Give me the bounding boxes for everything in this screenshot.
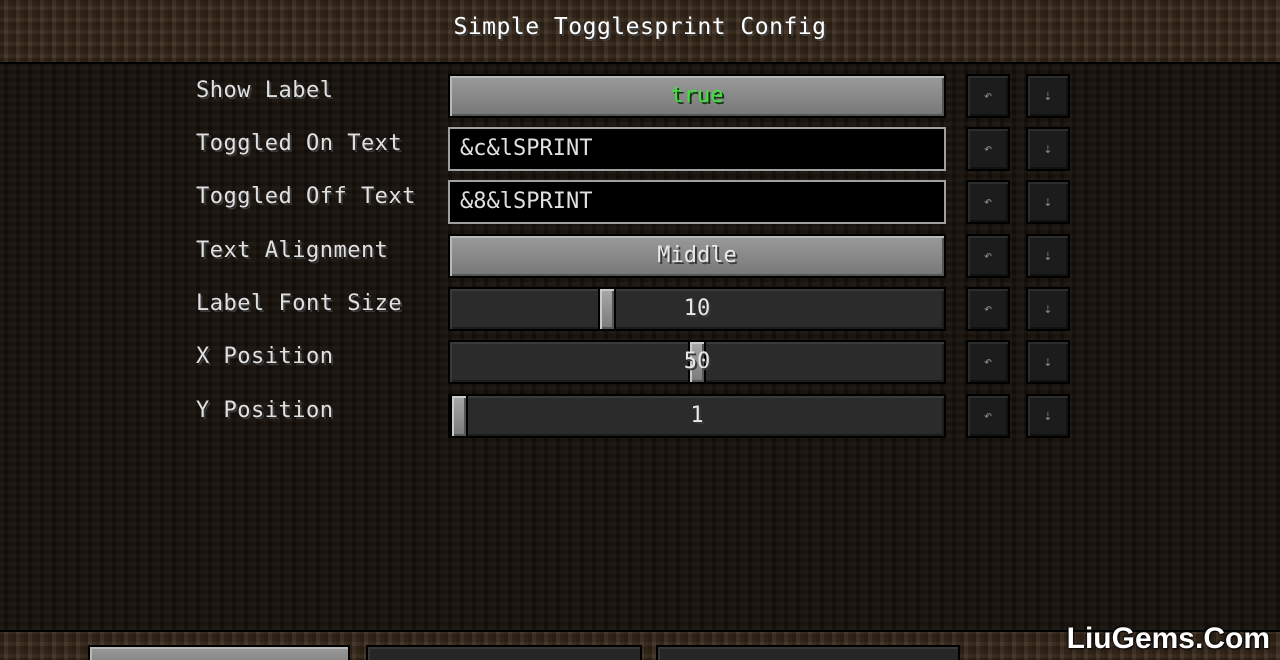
slider-handle[interactable]: [450, 394, 468, 438]
option-label: Toggled Off Text: [196, 184, 416, 209]
option-row-toggled-on-text: Toggled On Text &c&lSPRINT ↶ ⇣: [0, 127, 1280, 173]
option-label: Y Position: [196, 398, 334, 423]
show-label-toggle[interactable]: true: [448, 74, 946, 118]
toggled-off-text-field[interactable]: &8&lSPRINT: [448, 180, 946, 224]
reset-to-default-button[interactable]: [656, 645, 960, 660]
watermark-text: LiuGems.Com: [1066, 622, 1270, 655]
option-row-x-position: X Position 50 ↶ ⇣: [0, 340, 1280, 386]
done-button[interactable]: [88, 645, 350, 660]
undo-changes-button[interactable]: [366, 645, 642, 660]
option-row-y-position: Y Position 1 ↶ ⇣: [0, 394, 1280, 440]
undo-icon[interactable]: ↶: [966, 74, 1010, 118]
reset-icon[interactable]: ⇣: [1026, 394, 1070, 438]
undo-icon[interactable]: ↶: [966, 127, 1010, 171]
undo-icon[interactable]: ↶: [966, 340, 1010, 384]
undo-icon[interactable]: ↶: [966, 394, 1010, 438]
undo-icon[interactable]: ↶: [966, 287, 1010, 331]
option-row-toggled-off-text: Toggled Off Text &8&lSPRINT ↶ ⇣: [0, 180, 1280, 226]
undo-icon[interactable]: ↶: [966, 234, 1010, 278]
option-label: Text Alignment: [196, 238, 389, 263]
slider-handle[interactable]: [597, 287, 616, 331]
reset-icon[interactable]: ⇣: [1026, 127, 1070, 171]
reset-icon[interactable]: ⇣: [1026, 287, 1070, 331]
option-label: Label Font Size: [196, 291, 403, 316]
undo-icon[interactable]: ↶: [966, 180, 1010, 224]
reset-icon[interactable]: ⇣: [1026, 340, 1070, 384]
screen-title: Simple Togglesprint Config: [453, 14, 827, 40]
slider-value: 1: [690, 403, 704, 428]
option-label: Toggled On Text: [196, 131, 403, 156]
label-font-size-slider[interactable]: 10: [448, 287, 946, 331]
y-position-slider[interactable]: 1: [448, 394, 946, 438]
reset-icon[interactable]: ⇣: [1026, 74, 1070, 118]
option-label: X Position: [196, 344, 334, 369]
option-label: Show Label: [196, 78, 334, 103]
slider-value: 10: [683, 296, 711, 321]
option-row-label-font-size: Label Font Size 10 ↶ ⇣: [0, 287, 1280, 333]
x-position-slider[interactable]: 50: [448, 340, 946, 384]
slider-value: 50: [683, 349, 711, 374]
reset-icon[interactable]: ⇣: [1026, 180, 1070, 224]
option-row-text-alignment: Text Alignment Middle ↶ ⇣: [0, 234, 1280, 280]
option-row-show-label: Show Label true ↶ ⇣: [0, 74, 1280, 120]
reset-icon[interactable]: ⇣: [1026, 234, 1070, 278]
text-alignment-button[interactable]: Middle: [448, 234, 946, 278]
toggled-on-text-field[interactable]: &c&lSPRINT: [448, 127, 946, 171]
